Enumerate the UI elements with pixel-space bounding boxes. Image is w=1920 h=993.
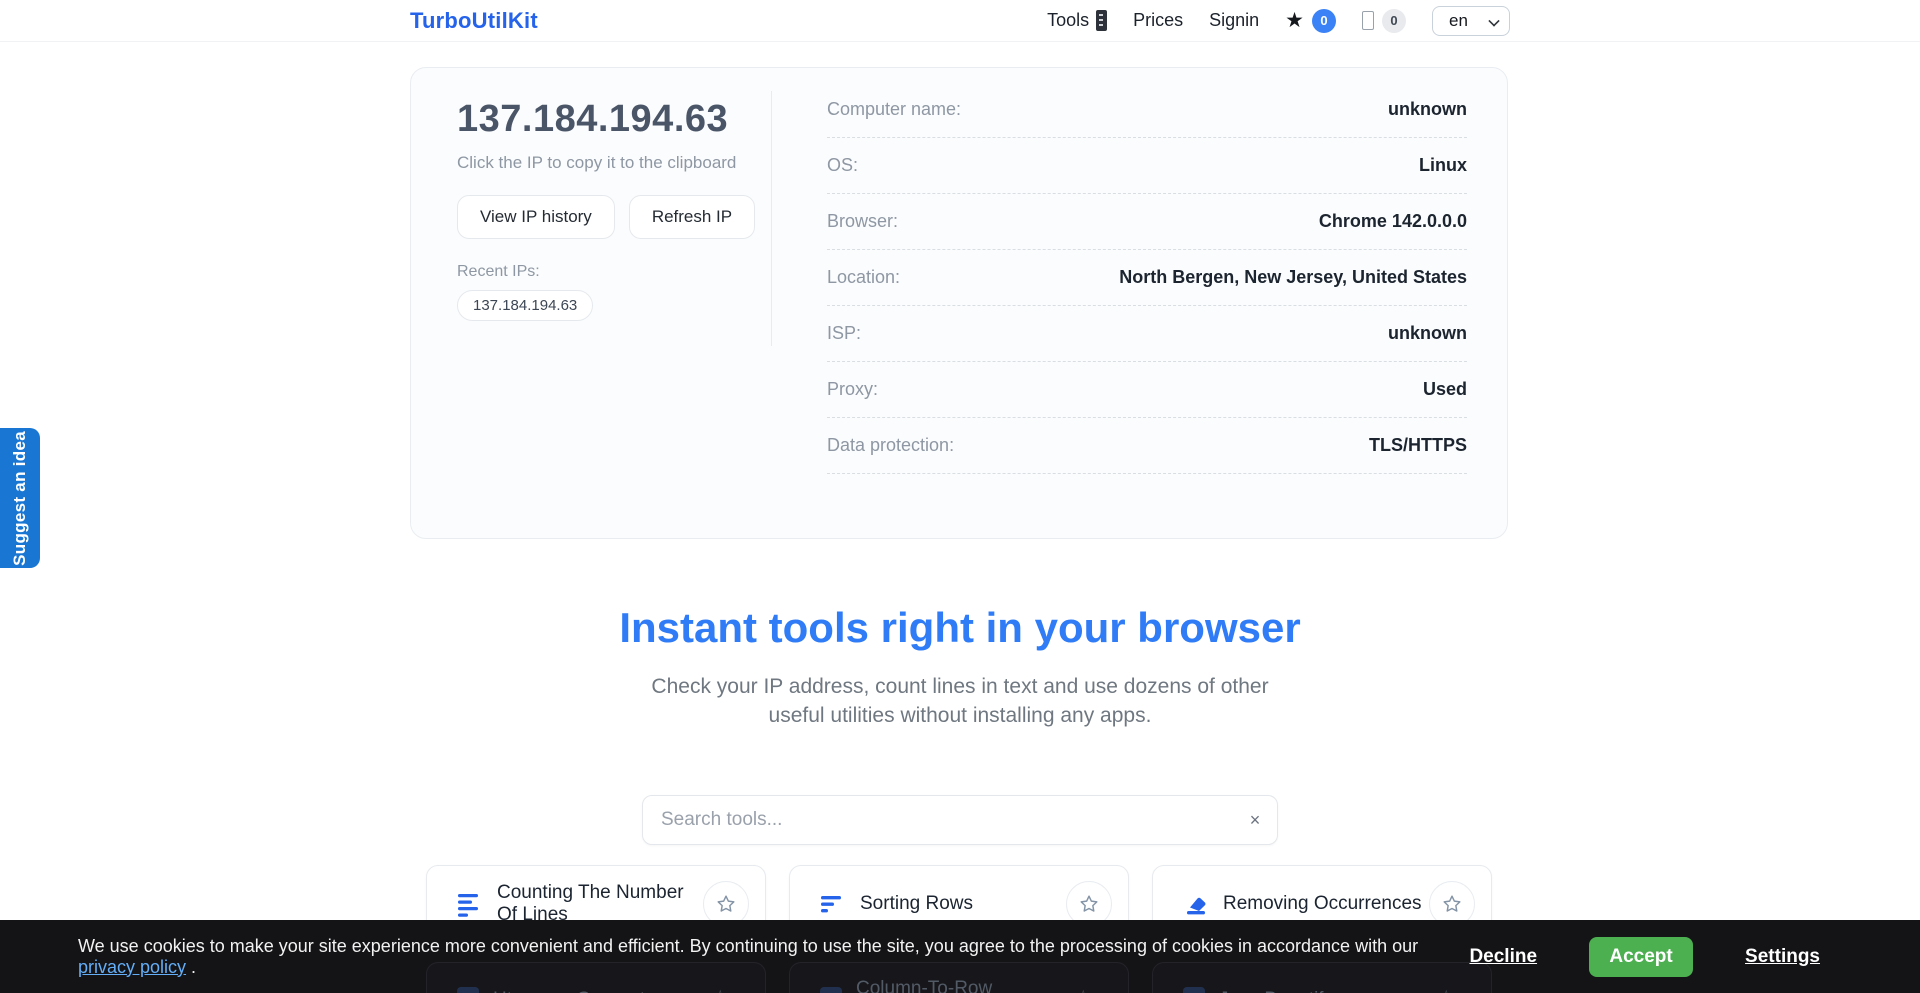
refresh-ip-button[interactable]: Refresh IP <box>629 195 755 239</box>
favorites-count-badge: 0 <box>1312 9 1336 33</box>
search-input[interactable] <box>643 809 1233 831</box>
tools-menu-icon <box>1096 10 1107 31</box>
tool-title: Sorting Rows <box>860 893 1066 915</box>
app-logo[interactable]: TurboUtilKit <box>410 8 538 34</box>
eraser-icon <box>1183 891 1209 917</box>
favorites-star-icon: ★ <box>1285 10 1304 31</box>
page-subtitle: Check your IP address, count lines in te… <box>630 672 1290 730</box>
info-row-location: Location: North Bergen, New Jersey, Unit… <box>827 250 1467 306</box>
card-divider <box>771 91 772 346</box>
info-label: ISP: <box>827 323 861 344</box>
info-label: Browser: <box>827 211 898 232</box>
cookie-settings-button[interactable]: Settings <box>1745 946 1820 968</box>
info-value: North Bergen, New Jersey, United States <box>1119 267 1467 288</box>
language-select[interactable]: en <box>1432 6 1510 36</box>
nav-tools[interactable]: Tools <box>1047 10 1107 31</box>
history-count-badge: 0 <box>1382 9 1406 33</box>
info-row-isp: ISP: unknown <box>827 306 1467 362</box>
info-row-data-protection: Data protection: TLS/HTTPS <box>827 418 1467 474</box>
recent-ip-chip[interactable]: 137.184.194.63 <box>457 290 593 321</box>
star-outline-icon <box>1441 893 1463 915</box>
info-label: OS: <box>827 155 858 176</box>
info-value: Chrome 142.0.0.0 <box>1319 211 1467 232</box>
decline-cookies-button[interactable]: Decline <box>1469 946 1537 968</box>
align-left-lines-icon <box>457 891 483 917</box>
system-info-table: Computer name: unknown OS: Linux Browser… <box>827 82 1467 474</box>
privacy-policy-link[interactable]: privacy policy <box>78 957 186 977</box>
info-value: Used <box>1423 379 1467 400</box>
ip-info-card: 137.184.194.63 Click the IP to copy it t… <box>410 67 1508 539</box>
suggest-idea-tab[interactable]: Suggest an idea <box>0 428 40 568</box>
accept-cookies-button[interactable]: Accept <box>1589 937 1693 977</box>
info-value: Linux <box>1419 155 1467 176</box>
history-button[interactable]: 0 <box>1362 9 1406 33</box>
star-outline-icon <box>1078 893 1100 915</box>
search-clear-icon[interactable]: × <box>1233 810 1277 831</box>
recent-ips-label: Recent IPs: <box>457 263 757 281</box>
info-row-proxy: Proxy: Used <box>827 362 1467 418</box>
page-title: Instant tools right in your browser <box>0 604 1920 652</box>
cookie-banner: Htaccess Generator ☆ Column-To-Row Conve… <box>0 920 1920 993</box>
info-value: unknown <box>1388 99 1467 120</box>
favorites-button[interactable]: ★ 0 <box>1285 9 1336 33</box>
info-label: Computer name: <box>827 99 961 120</box>
nav-signin[interactable]: Signin <box>1209 10 1259 31</box>
info-value: unknown <box>1388 323 1467 344</box>
nav-signin-label: Signin <box>1209 10 1259 31</box>
nav-tools-label: Tools <box>1047 10 1089 31</box>
language-select-wrap: en <box>1432 6 1510 36</box>
top-nav: TurboUtilKit Tools Prices Signin ★ 0 0 <box>0 0 1920 42</box>
info-row-os: OS: Linux <box>827 138 1467 194</box>
info-label: Data protection: <box>827 435 954 456</box>
search-box: × <box>642 795 1278 845</box>
ip-address[interactable]: 137.184.194.63 <box>457 98 757 141</box>
cookie-message: We use cookies to make your site experie… <box>78 936 1469 978</box>
info-label: Proxy: <box>827 379 878 400</box>
cookie-banner-content: We use cookies to make your site experie… <box>0 920 1920 993</box>
history-icon <box>1362 11 1374 30</box>
nav-prices[interactable]: Prices <box>1133 10 1183 31</box>
suggest-idea-label: Suggest an idea <box>10 431 30 566</box>
info-row-browser: Browser: Chrome 142.0.0.0 <box>827 194 1467 250</box>
nav-prices-label: Prices <box>1133 10 1183 31</box>
info-label: Location: <box>827 267 900 288</box>
info-value: TLS/HTTPS <box>1369 435 1467 456</box>
ip-copy-hint: Click the IP to copy it to the clipboard <box>457 153 757 173</box>
cookie-message-period: . <box>186 957 196 977</box>
view-ip-history-button[interactable]: View IP history <box>457 195 615 239</box>
cookie-message-text: We use cookies to make your site experie… <box>78 936 1418 956</box>
star-outline-icon <box>715 893 737 915</box>
info-row-computer-name: Computer name: unknown <box>827 82 1467 138</box>
sort-lines-icon <box>820 891 846 917</box>
tool-title: Removing Occurrences <box>1223 893 1429 915</box>
